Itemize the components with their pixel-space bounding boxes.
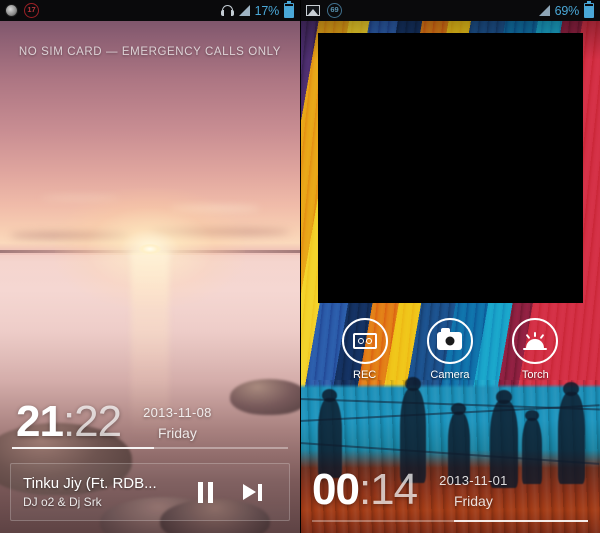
- left-clock-widget[interactable]: 21:22 2013-11-08 Friday: [0, 398, 300, 446]
- torch-button-label: Torch: [521, 369, 549, 381]
- status-icons-left: 69: [306, 3, 342, 18]
- clock-weekday: Friday: [453, 493, 493, 509]
- camera-icon: [437, 328, 463, 350]
- battery-percent-label: 69%: [554, 3, 580, 18]
- slider-filled-segment: [454, 520, 588, 522]
- camera-action-row: REC Camera Torch: [300, 318, 600, 381]
- music-player-widget[interactable]: Tinku Jiy (Ft. RDB... DJ o2 & Dj Srk: [10, 463, 290, 521]
- left-status-bar: 17 17%: [0, 0, 300, 21]
- camera-button-label: Camera: [430, 369, 470, 381]
- signal-triangle-icon: [538, 5, 550, 16]
- rec-button-label: REC: [353, 369, 377, 381]
- next-track-icon[interactable]: [243, 482, 263, 503]
- calendar-badge-icon: 17: [24, 3, 39, 18]
- sun-disc: [139, 244, 161, 254]
- music-metadata: Tinku Jiy (Ft. RDB... DJ o2 & Dj Srk: [11, 475, 198, 509]
- slider-filled-segment: [12, 447, 154, 449]
- rec-button-circle: [341, 318, 388, 364]
- camera-preview-black[interactable]: [318, 33, 583, 303]
- music-artist-name: DJ o2 & Dj Srk: [23, 495, 102, 509]
- picture-icon: [306, 5, 320, 16]
- slider-empty-segment: [154, 447, 288, 449]
- status-icons-right: 69%: [538, 1, 594, 18]
- clock-date: 2013-11-08: [143, 405, 212, 420]
- cloud-band: [170, 206, 260, 211]
- video-cassette-icon: [352, 333, 377, 349]
- rec-button[interactable]: REC: [341, 318, 388, 381]
- gear-dot-icon: [6, 5, 17, 16]
- sim-notice-label: NO SIM CARD — EMERGENCY CALLS ONLY: [18, 46, 282, 58]
- clock-date: 2013-11-01: [439, 473, 508, 488]
- battery-icon: [584, 1, 594, 18]
- cloud-band: [40, 196, 120, 200]
- status-icons-left: 17: [6, 3, 39, 18]
- torch-button[interactable]: Torch: [512, 318, 559, 381]
- clock-date-block: 2013-11-01 Friday: [439, 473, 508, 509]
- clock-date-block: 2013-11-08 Friday: [143, 405, 212, 441]
- music-controls: [198, 481, 289, 503]
- clock-minutes: :14: [358, 465, 418, 514]
- panel-divider: [300, 0, 301, 533]
- dual-lockscreen-comparison: 17 17% NO SIM CARD — EMERGENCY CALLS ONL…: [0, 0, 600, 533]
- right-lockscreen-panel: 69 69% REC Camera Torch 00:14 2013-11-01…: [300, 0, 600, 533]
- battery-icon: [284, 1, 294, 18]
- music-track-title: Tinku Jiy (Ft. RDB...: [23, 475, 157, 492]
- battery-percent-label: 17%: [254, 3, 280, 18]
- circle-badge-icon: 69: [327, 3, 342, 18]
- signal-triangle-icon: [238, 5, 250, 16]
- headphone-icon: [220, 5, 234, 16]
- left-lockscreen-panel: 17 17% NO SIM CARD — EMERGENCY CALLS ONL…: [0, 0, 300, 533]
- water-sheen: [0, 255, 300, 375]
- clock-weekday: Friday: [157, 425, 197, 441]
- slider-empty-segment: [312, 520, 454, 522]
- right-unlock-slider[interactable]: [312, 520, 588, 522]
- status-icons-right: 17%: [220, 1, 294, 18]
- clock-time: 21:22: [16, 397, 122, 446]
- clock-hours: 21: [16, 397, 64, 446]
- cloud-band: [10, 232, 130, 239]
- sunset-ocean-wallpaper: [0, 0, 300, 533]
- balloon-rope: [300, 398, 600, 410]
- camera-button[interactable]: Camera: [426, 318, 473, 381]
- torch-icon: [522, 332, 548, 350]
- right-status-bar: 69 69%: [300, 0, 600, 21]
- left-unlock-slider[interactable]: [12, 447, 288, 449]
- camera-button-circle: [426, 318, 473, 364]
- pause-icon[interactable]: [198, 481, 213, 503]
- cloud-band: [150, 228, 290, 236]
- clock-minutes: :22: [62, 397, 122, 446]
- clock-hours: 00: [312, 465, 360, 514]
- right-clock-widget[interactable]: 00:14 2013-11-01 Friday: [300, 466, 600, 514]
- clock-time: 00:14: [312, 465, 418, 514]
- torch-button-circle: [512, 318, 559, 364]
